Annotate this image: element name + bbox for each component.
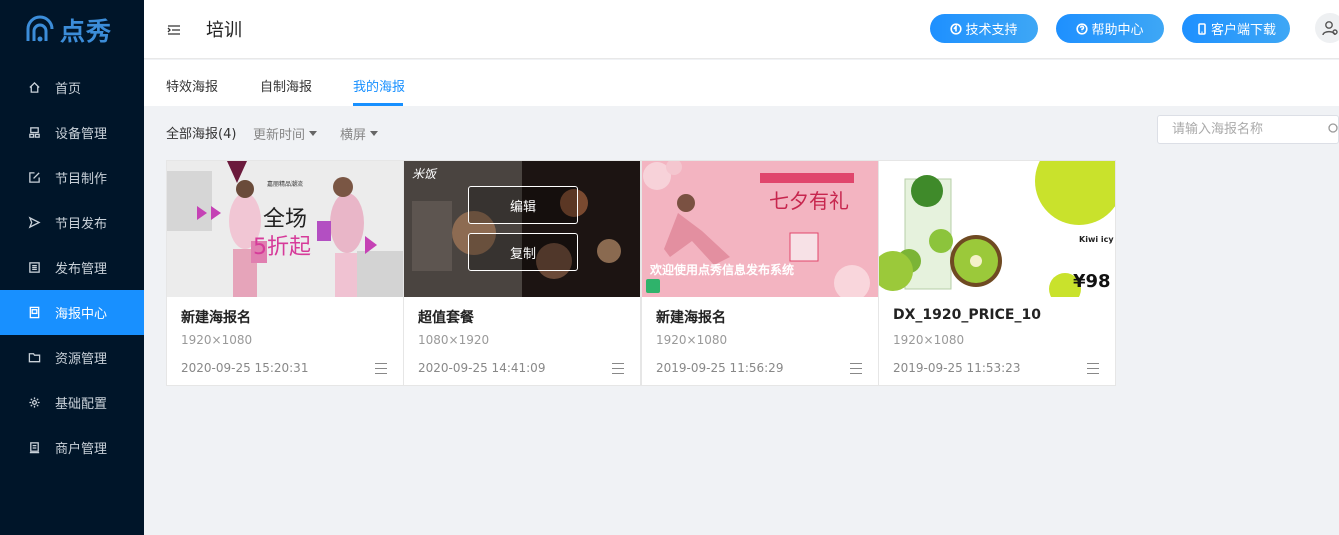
poster-date: 2020-09-25 14:41:09 (418, 361, 546, 375)
orientation-label: 横屏 (340, 128, 367, 143)
list-icon (27, 261, 41, 275)
poster-thumbnail[interactable]: Kiwi icy ¥98 (879, 161, 1115, 297)
poster-title: 新建海报名 (181, 310, 251, 326)
sidebar-item-publish-manage[interactable]: 发布管理 (0, 245, 144, 290)
poster-icon (27, 306, 41, 320)
device-icon (27, 126, 41, 140)
poster-thumbnail[interactable]: 嘉丽精品潮流 全场 5折起 (167, 161, 403, 297)
poster-heading: 七夕有礼 (769, 189, 849, 213)
food-set-poster-image (404, 161, 640, 297)
poster-size: 1920×1080 (181, 333, 253, 347)
active-tab-indicator (353, 103, 403, 106)
poster-discount-text: 5折起 (253, 235, 311, 260)
poster-size: 1080×1920 (418, 333, 490, 347)
avatar[interactable] (1315, 13, 1339, 43)
sidebar-item-label: 海报中心 (55, 307, 108, 322)
all-posters-filter[interactable]: 全部海报(4) (166, 123, 236, 142)
edit-icon (27, 171, 41, 185)
tech-support-button[interactable]: 技术支持 (930, 14, 1038, 43)
logo-text: 点秀 (60, 16, 113, 46)
poster-card[interactable]: 米饭 编辑 复制 超值套餐 1080×1920 2020-09-25 14:41… (403, 160, 641, 386)
poster-date: 2019-09-25 11:56:29 (656, 361, 784, 375)
menu-fold-icon[interactable] (166, 22, 182, 38)
sidebar-item-label: 基础配置 (55, 397, 108, 412)
gear-icon (27, 396, 41, 410)
card-menu-icon[interactable] (1087, 363, 1099, 374)
app-badge-icon (646, 279, 660, 293)
poster-thumbnail[interactable]: 七夕有礼 欢迎使用点秀信息发布系统 (642, 161, 878, 297)
sidebar-nav: 首页 设备管理 节目制作 节目发布 发布管理 海报中心 资源管理 基础配置 商户… (0, 65, 144, 470)
home-icon (27, 81, 41, 95)
folder-icon (27, 351, 41, 365)
card-menu-icon[interactable] (375, 363, 387, 374)
sidebar-item-program-publish[interactable]: 节目发布 (0, 200, 144, 245)
user-settings-icon (1322, 21, 1338, 36)
poster-banner-text: 欢迎使用点秀信息发布系统 (650, 263, 795, 277)
poster-brand-text: Kiwi icy (1079, 235, 1114, 244)
sidebar-item-devices[interactable]: 设备管理 (0, 110, 144, 155)
help-center-button[interactable]: 帮助中心 (1056, 14, 1164, 43)
poster-logo-text: 米饭 (412, 167, 437, 181)
sidebar-item-home[interactable]: 首页 (0, 65, 144, 110)
send-icon (27, 216, 41, 230)
poster-title: DX_1920_PRICE_10 (893, 307, 1041, 323)
sidebar: 点秀 首页 设备管理 节目制作 节目发布 发布管理 海报中心 资源管理 基础配置… (0, 0, 144, 535)
sidebar-item-label: 首页 (55, 82, 82, 97)
sidebar-item-label: 商户管理 (55, 442, 108, 457)
poster-brand-text: 嘉丽精品潮流 (267, 181, 304, 188)
sidebar-item-label: 节目发布 (55, 217, 108, 232)
poster-title: 超值套餐 (418, 310, 474, 326)
sort-label: 更新时间 (253, 128, 306, 143)
poster-size: 1920×1080 (656, 333, 728, 347)
question-icon (1076, 22, 1089, 35)
tab-effect-posters[interactable]: 特效海报 (166, 76, 218, 95)
page-title: 培训 (206, 20, 242, 41)
poster-thumbnail[interactable]: 米饭 编辑 复制 (404, 161, 640, 297)
poster-date: 2019-09-25 11:53:23 (893, 361, 1021, 375)
help-center-label: 帮助中心 (1091, 23, 1144, 38)
logo[interactable]: 点秀 (0, 0, 144, 59)
poster-price: ¥98 (1073, 271, 1111, 292)
sidebar-item-merchants[interactable]: 商户管理 (0, 425, 144, 470)
poster-card[interactable]: Kiwi icy ¥98 DX_1920_PRICE_10 1920×1080 … (878, 160, 1116, 386)
client-download-label: 客户端下载 (1210, 23, 1276, 38)
poster-card[interactable]: 嘉丽精品潮流 全场 5折起 新建海报名 1920×1080 2020-09-25… (166, 160, 404, 386)
sidebar-item-label: 节目制作 (55, 172, 108, 187)
client-download-button[interactable]: 客户端下载 (1182, 14, 1290, 43)
search-input[interactable] (1158, 116, 1318, 143)
phone-icon (1198, 22, 1206, 35)
poster-size: 1920×1080 (893, 333, 965, 347)
sidebar-item-poster-center[interactable]: 海报中心 (0, 290, 144, 335)
sidebar-item-label: 资源管理 (55, 352, 108, 367)
caret-down-icon (370, 131, 379, 136)
tab-custom-posters[interactable]: 自制海报 (260, 76, 312, 95)
top-header: 培训 技术支持 帮助中心 客户端下载 (144, 0, 1339, 59)
sort-dropdown[interactable]: 更新时间 (253, 124, 318, 143)
tab-bar: 特效海报 自制海报 我的海报 (144, 60, 1339, 106)
edit-button[interactable]: 编辑 (468, 186, 578, 224)
merchant-icon (27, 441, 41, 455)
card-menu-icon[interactable] (612, 363, 624, 374)
sidebar-item-label: 设备管理 (55, 127, 108, 142)
poster-card[interactable]: 七夕有礼 欢迎使用点秀信息发布系统 新建海报名 1920×1080 2019-0… (641, 160, 879, 386)
sidebar-item-program-make[interactable]: 节目制作 (0, 155, 144, 200)
support-icon (950, 22, 963, 35)
sidebar-item-label: 发布管理 (55, 262, 108, 277)
poster-date: 2020-09-25 15:20:31 (181, 361, 309, 375)
poster-title: 新建海报名 (656, 310, 726, 326)
poster-search (1157, 115, 1339, 144)
card-menu-icon[interactable] (850, 363, 862, 374)
sidebar-item-resources[interactable]: 资源管理 (0, 335, 144, 380)
sidebar-item-config[interactable]: 基础配置 (0, 380, 144, 425)
wifi-logo-icon (26, 15, 54, 41)
tech-support-label: 技术支持 (965, 23, 1018, 38)
caret-down-icon (309, 131, 318, 136)
orientation-dropdown[interactable]: 横屏 (340, 124, 379, 143)
search-icon[interactable] (1328, 123, 1339, 135)
copy-button[interactable]: 复制 (468, 233, 578, 271)
tab-my-posters[interactable]: 我的海报 (353, 76, 405, 95)
